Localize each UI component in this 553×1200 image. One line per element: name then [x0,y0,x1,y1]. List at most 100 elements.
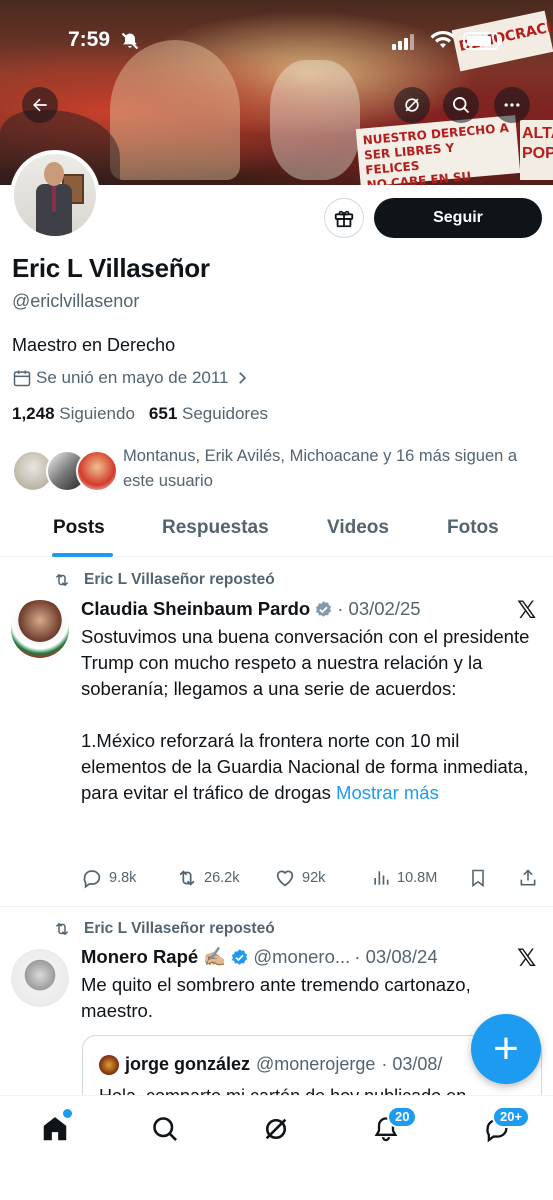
more-options-button[interactable] [494,87,530,123]
gift-icon [334,210,354,228]
show-more-link[interactable]: Mostrar más [336,782,439,803]
tab-videos[interactable]: Videos [327,517,389,539]
banner-mural-figure [270,60,360,180]
nav-notifications[interactable]: 20 [369,1106,418,1146]
reply-count: 9.8k [109,870,137,886]
verified-blue-icon [232,948,248,965]
banner-sign-main: NUESTRO DERECHO A SER LIBRES Y FELICES N… [355,115,521,185]
bottom-navigation: 20 20+ [0,1095,553,1200]
cellular-signal-icon [392,34,416,55]
follow-counts: 1,248 Siguiendo 651 Seguidores [12,404,268,424]
like-button[interactable]: 92k [274,867,325,889]
active-tab-indicator [52,553,113,557]
post-actions: 9.8k 26.2k 92k 10.8M [81,866,543,890]
following-label: Siguiendo [59,404,135,423]
nav-grok[interactable] [259,1112,293,1146]
nav-search[interactable] [148,1112,182,1146]
profile-avatar[interactable] [10,150,100,240]
post-author-name[interactable]: Claudia Sheinbaum Pardo [81,598,310,620]
post-header: Monero Rapé ✍🏼 @monero... · 03/08/24 [81,946,438,968]
following-count: 1,248 [12,404,55,423]
heart-icon [276,870,294,887]
post-header: Claudia Sheinbaum Pardo · 03/02/25 [81,598,421,620]
profile-handle: @ericlvillasenor [12,291,140,311]
bell-muted-icon [120,31,140,56]
views-button[interactable]: 10.8M [371,868,437,888]
post-date[interactable]: · 03/02/25 [337,598,420,620]
repost-label[interactable]: Eric L Villaseñor reposteó [52,571,275,589]
tab-replies[interactable]: Respuestas [162,517,269,539]
avatar-head [44,162,64,186]
post-divider [0,906,553,907]
quoted-author-name: jorge gonzález [125,1054,251,1074]
back-button[interactable] [22,87,58,123]
like-count: 92k [302,870,326,886]
x-logo-icon: 𝕏 [517,945,537,972]
chevron-right-icon [238,372,246,384]
reply-button[interactable]: 9.8k [81,867,136,889]
search-button[interactable] [443,87,479,123]
repost-label[interactable]: Eric L Villaseñor reposteó [52,920,275,938]
avatar-tie [52,186,56,212]
known-followers[interactable]: Montanus, Erik Avilés, Michoacane y 16 m… [12,442,542,496]
quoted-author-handle: @monerojerge [256,1054,376,1074]
more-dots-icon [504,103,520,107]
post-author-name[interactable]: Monero Rapé ✍🏼 [81,946,226,968]
repost-count: 26.2k [204,870,240,886]
tab-photos[interactable]: Fotos [447,517,499,539]
views-chart-icon [374,871,389,885]
post-text-content: 1.México reforzará la frontera norte con… [81,730,529,803]
grok-icon [265,1118,287,1140]
view-count: 10.8M [397,870,438,886]
post-text[interactable]: Me quito el sombrero ante tremendo carto… [81,972,531,1024]
joined-date-text: Se unió en mayo de 2011 [36,368,229,387]
repost-label-text: Eric L Villaseñor reposteó [84,571,275,588]
quoted-author-avatar [99,1054,119,1075]
banner-sign-right: ALTA POP [520,120,553,180]
bookmark-button[interactable] [468,867,488,889]
post-author-avatar[interactable] [11,949,69,1007]
wifi-icon [430,30,456,55]
search-icon [453,97,470,114]
quoted-post-header: jorge gonzález @monerojerge · 03/08/ [99,1054,442,1075]
share-icon [520,869,536,886]
repost-button[interactable]: 26.2k [176,867,239,889]
arrow-left-icon [33,98,47,112]
calendar-icon [13,370,31,387]
profile-tabs: Posts Respuestas Videos Fotos [0,505,553,557]
nav-messages[interactable]: 20+ [480,1106,531,1146]
post-author-avatar[interactable] [11,600,69,658]
search-icon [153,1117,177,1141]
messages-badge: 20+ [492,1106,531,1128]
post-text-paragraph: 1.México reforzará la frontera norte con… [81,728,531,806]
nav-home[interactable] [38,1109,72,1146]
compose-post-button[interactable]: + [471,1014,541,1084]
profile-bio: Maestro en Derecho [12,335,176,355]
notifications-badge: 20 [387,1106,418,1128]
followers-label: Seguidores [182,404,269,423]
following-link[interactable]: 1,248 Siguiendo [12,404,135,424]
followers-link[interactable]: 651 Seguidores [149,404,268,424]
known-follower-avatar [76,450,118,492]
repost-label-text: Eric L Villaseñor reposteó [84,920,275,937]
status-bar: 7:59 [0,28,553,56]
follow-button[interactable]: Seguir [374,198,542,238]
post-text-spacer [81,702,531,728]
share-button[interactable] [518,867,538,889]
battery-icon [463,32,502,50]
plus-icon: + [493,1024,519,1073]
tab-posts[interactable]: Posts [53,517,105,539]
gift-button[interactable] [324,198,364,238]
post-date[interactable]: · 03/08/24 [354,946,437,968]
post-text-paragraph: Sostuvimos una buena conversación con el… [81,626,530,699]
post-text[interactable]: Sostuvimos una buena conversación con el… [81,624,531,806]
repost-icon [55,922,69,936]
joined-date[interactable]: Se unió en mayo de 2011 [12,368,251,388]
post-author-handle[interactable]: @monero... [253,946,350,968]
grok-icon [405,98,419,112]
repost-icon [179,870,195,886]
home-new-dot [63,1109,72,1118]
x-logo-icon: 𝕏 [517,597,537,624]
home-icon [43,1117,67,1141]
grok-button[interactable] [394,87,430,123]
